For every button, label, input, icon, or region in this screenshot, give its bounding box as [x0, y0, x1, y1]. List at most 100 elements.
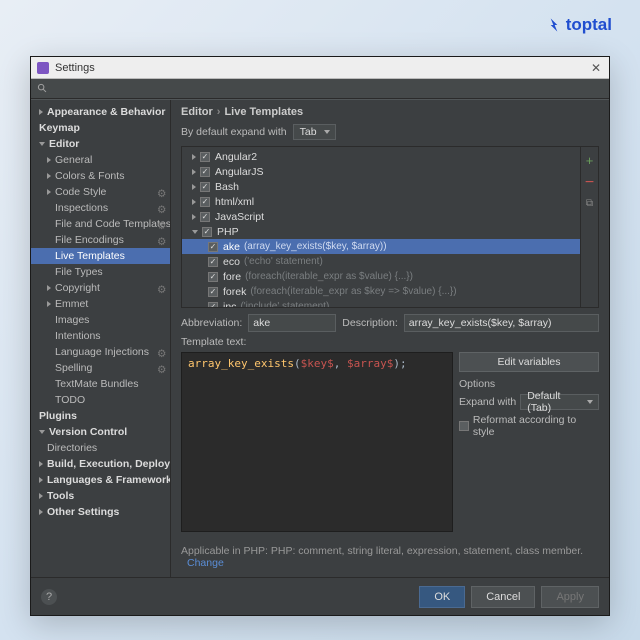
- sidebar-item-label: Languages & Frameworks: [47, 474, 171, 486]
- settings-sidebar: Appearance & Behavior KeymapEditor General…: [31, 100, 171, 577]
- sidebar-item[interactable]: TextMate Bundles: [31, 376, 170, 392]
- cancel-button[interactable]: Cancel: [471, 586, 535, 608]
- sidebar-item[interactable]: Copyright⚙: [31, 280, 170, 296]
- template-item[interactable]: ✓ JavaScript: [182, 209, 580, 224]
- reformat-label: Reformat according to style: [473, 414, 599, 438]
- template-item[interactable]: ✓PHP: [182, 224, 580, 239]
- chevron-down-icon: [39, 142, 45, 146]
- chevron-right-icon: [47, 189, 51, 195]
- expand-with-select-2[interactable]: Default (Tab): [520, 394, 599, 410]
- gear-icon: ⚙: [157, 188, 166, 197]
- search-bar[interactable]: [31, 79, 609, 99]
- description-input[interactable]: array_key_exists($key, $array): [404, 314, 599, 332]
- template-item[interactable]: ✓fore (foreach(iterable_expr as $value) …: [182, 269, 580, 284]
- checkbox-icon[interactable]: ✓: [208, 287, 218, 297]
- chevron-right-icon: [39, 509, 43, 515]
- template-item[interactable]: ✓Angular2: [182, 149, 580, 164]
- template-name: eco: [223, 256, 240, 268]
- edit-variables-button[interactable]: Edit variables: [459, 352, 599, 372]
- templates-tree-area: ✓Angular2✓AngularJS✓Bash✓html/xml✓JavaSc…: [181, 146, 599, 308]
- templates-tree[interactable]: ✓Angular2✓AngularJS✓Bash✓html/xml✓JavaSc…: [182, 147, 580, 307]
- checkbox-icon[interactable]: ✓: [202, 227, 212, 237]
- sidebar-item[interactable]: Inspections⚙: [31, 200, 170, 216]
- sidebar-item-label: Directories: [47, 442, 97, 454]
- sidebar-item-label: Language Injections: [55, 346, 149, 358]
- template-item[interactable]: ✓inc ('include' statement): [182, 299, 580, 307]
- abbreviation-input[interactable]: ake: [248, 314, 336, 332]
- template-name: ake: [223, 241, 240, 253]
- add-icon[interactable]: +: [586, 153, 594, 168]
- checkbox-icon[interactable]: ✓: [208, 242, 218, 252]
- copy-icon[interactable]: ⧉: [586, 198, 593, 209]
- sidebar-item[interactable]: Build, Execution, Deployment: [31, 456, 170, 472]
- checkbox-icon[interactable]: ✓: [208, 272, 218, 282]
- template-desc: (array_key_exists($key, $array)): [244, 241, 387, 252]
- sidebar-item[interactable]: Appearance & Behavior: [31, 104, 170, 120]
- sidebar-item-label: General: [55, 154, 92, 166]
- apply-button[interactable]: Apply: [541, 586, 599, 608]
- template-item[interactable]: ✓forek (foreach(iterable_expr as $key =>…: [182, 284, 580, 299]
- app-icon: [37, 62, 49, 74]
- gear-icon: ⚙: [157, 236, 166, 245]
- sidebar-item[interactable]: Images: [31, 312, 170, 328]
- sidebar-item[interactable]: Live Templates: [31, 248, 170, 264]
- template-name: JavaScript: [215, 211, 264, 223]
- sidebar-item[interactable]: Spelling⚙: [31, 360, 170, 376]
- sidebar-item[interactable]: Languages & Frameworks: [31, 472, 170, 488]
- sidebar-item-label: Version Control: [49, 426, 127, 438]
- chevron-right-icon: [192, 199, 196, 205]
- sidebar-item-label: Appearance & Behavior: [47, 106, 165, 118]
- template-item[interactable]: ✓ ake (array_key_exists($key, $array)): [182, 239, 580, 254]
- description-label: Description:: [342, 317, 397, 329]
- sidebar-item[interactable]: Language Injections⚙: [31, 344, 170, 360]
- sidebar-item[interactable]: Directories: [31, 440, 170, 456]
- window-title: Settings: [55, 62, 95, 74]
- chevron-right-icon: [192, 169, 196, 175]
- template-item[interactable]: ✓html/xml: [182, 194, 580, 209]
- sidebar-item[interactable]: File and Code Templates⚙: [31, 216, 170, 232]
- reformat-checkbox[interactable]: [459, 421, 469, 431]
- sidebar-item[interactable]: File Types: [31, 264, 170, 280]
- sidebar-item[interactable]: Keymap: [31, 120, 170, 136]
- checkbox-icon[interactable]: ✓: [200, 182, 210, 192]
- checkbox-icon[interactable]: ✓: [200, 212, 210, 222]
- sidebar-item[interactable]: Tools: [31, 488, 170, 504]
- sidebar-item[interactable]: Version Control: [31, 424, 170, 440]
- checkbox-icon[interactable]: ✓: [200, 167, 210, 177]
- options-heading: Options: [459, 378, 599, 390]
- sidebar-item[interactable]: Emmet: [31, 296, 170, 312]
- change-contexts-link[interactable]: Change: [187, 557, 224, 569]
- sidebar-item[interactable]: File Encodings ⚙: [31, 232, 170, 248]
- chevron-right-icon: [47, 157, 51, 163]
- close-icon[interactable]: ✕: [591, 61, 601, 75]
- expand-with-select[interactable]: Tab: [293, 124, 336, 140]
- sidebar-item-label: File Encodings: [55, 234, 124, 246]
- chevron-down-icon: [39, 430, 45, 434]
- remove-icon[interactable]: −: [585, 178, 594, 188]
- checkbox-icon[interactable]: ✓: [200, 152, 210, 162]
- checkbox-icon[interactable]: ✓: [208, 257, 218, 267]
- template-text-editor[interactable]: array_key_exists($key$, $array$);: [181, 352, 453, 532]
- chevron-down-icon: [192, 230, 198, 234]
- template-desc: (foreach(iterable_expr as $key => $value…: [250, 286, 456, 297]
- chevron-right-icon: [47, 301, 51, 307]
- sidebar-item-label: Emmet: [55, 298, 88, 310]
- template-item[interactable]: ✓Bash: [182, 179, 580, 194]
- chevron-right-icon: [47, 173, 51, 179]
- checkbox-icon[interactable]: ✓: [200, 197, 210, 207]
- sidebar-item[interactable]: Intentions: [31, 328, 170, 344]
- template-item[interactable]: ✓AngularJS: [182, 164, 580, 179]
- sidebar-item[interactable]: Plugins: [31, 408, 170, 424]
- sidebar-item[interactable]: Colors & Fonts: [31, 168, 170, 184]
- template-item[interactable]: ✓eco ('echo' statement): [182, 254, 580, 269]
- sidebar-item-label: File and Code Templates: [55, 218, 171, 230]
- checkbox-icon[interactable]: ✓: [208, 302, 218, 308]
- titlebar: Settings ✕: [31, 57, 609, 79]
- ok-button[interactable]: OK: [419, 586, 465, 608]
- sidebar-item[interactable]: General: [31, 152, 170, 168]
- sidebar-item[interactable]: Editor: [31, 136, 170, 152]
- sidebar-item[interactable]: Code Style⚙: [31, 184, 170, 200]
- sidebar-item[interactable]: Other Settings: [31, 504, 170, 520]
- help-button[interactable]: ?: [41, 589, 57, 605]
- sidebar-item[interactable]: TODO: [31, 392, 170, 408]
